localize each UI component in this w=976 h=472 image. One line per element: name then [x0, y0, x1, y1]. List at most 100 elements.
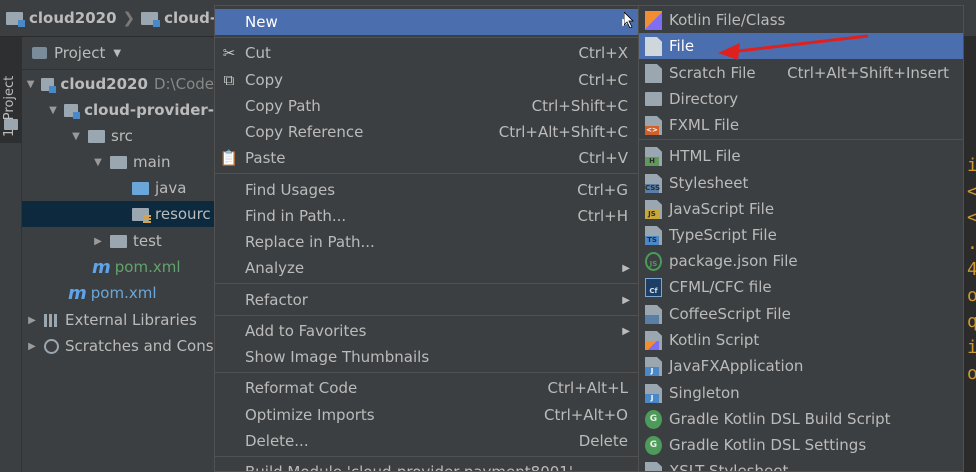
expand-arrow-icon[interactable]: ▼	[70, 131, 82, 142]
tree-label: Scratches and Cons	[65, 337, 214, 355]
menu-item-reformat-code[interactable]: Reformat Code Ctrl+Alt+L	[215, 375, 638, 401]
gradle-icon: G	[645, 436, 662, 455]
file-type-badge: J	[645, 394, 659, 403]
tree-label: cloud2020	[60, 75, 148, 93]
kotlin-badge-icon	[645, 341, 659, 350]
tree-row-project-root[interactable]: ▼ cloud2020 D:\Code	[22, 71, 214, 97]
submenu-item-fxml-file[interactable]: <> FXML File	[639, 112, 963, 138]
mouse-cursor-icon	[624, 12, 634, 28]
menu-item-show-image-thumbnails[interactable]: Show Image Thumbnails	[215, 344, 638, 370]
collapse-arrow-icon[interactable]: ▶	[92, 236, 104, 247]
submenu-item-label: HTML File	[669, 147, 741, 165]
submenu-item-cfml-file[interactable]: Cf CFML/CFC file	[639, 274, 963, 300]
directory-icon	[645, 92, 662, 106]
menu-item-analyze[interactable]: Analyze ▶	[215, 255, 638, 281]
submenu-item-singleton[interactable]: J Singleton	[639, 380, 963, 406]
chevron-down-icon[interactable]: ▼	[113, 48, 121, 59]
tree-label: cloud-provider-	[84, 101, 214, 119]
menu-item-find-in-path[interactable]: Find in Path... Ctrl+H	[215, 203, 638, 229]
editor-area[interactable]: i < < . 4 o q i o	[966, 37, 976, 472]
tree-row-external-libraries[interactable]: ▶ External Libraries	[22, 307, 214, 333]
submenu-item-gradle-settings[interactable]: G Gradle Kotlin DSL Settings	[639, 432, 963, 458]
menu-item-add-to-favorites[interactable]: Add to Favorites ▶	[215, 318, 638, 344]
menu-item-shortcut: Ctrl+Alt+L	[547, 379, 629, 397]
file-icon	[645, 37, 662, 56]
submenu-item-label: Singleton	[669, 384, 740, 402]
menu-item-cut[interactable]: ✂ Cut Ctrl+X	[215, 40, 638, 66]
editor-char: i	[967, 155, 976, 176]
submenu-item-typescript-file[interactable]: TS TypeScript File	[639, 222, 963, 248]
tree-row-module[interactable]: ▼ cloud-provider-	[22, 97, 214, 123]
folder-icon	[4, 119, 18, 130]
tree-row-module-pom[interactable]: m pom.xml	[22, 254, 214, 280]
tree-row-scratches[interactable]: ▶ Scratches and Cons	[22, 333, 214, 359]
submenu-item-package-json[interactable]: JS package.json File	[639, 248, 963, 274]
expand-arrow-icon[interactable]: ▼	[48, 105, 58, 116]
submenu-item-label: Kotlin File/Class	[669, 11, 786, 29]
submenu-item-coffeescript-file[interactable]: CoffeeScript File	[639, 301, 963, 327]
menu-item-copy[interactable]: ⧉ Copy Ctrl+C	[215, 67, 638, 93]
collapse-arrow-icon[interactable]: ▶	[26, 315, 38, 326]
menu-item-paste[interactable]: 📋 Paste Ctrl+V	[215, 145, 638, 171]
menu-item-label: Analyze	[245, 259, 305, 277]
menu-item-refactor[interactable]: Refactor ▶	[215, 287, 638, 313]
css-file-icon: CSS	[645, 174, 662, 193]
project-panel-title: Project	[54, 44, 106, 62]
submenu-item-javascript-file[interactable]: JS JavaScript File	[639, 196, 963, 222]
submenu-item-kotlin-script[interactable]: Kotlin Script	[639, 327, 963, 353]
submenu-arrow-icon: ▶	[622, 262, 630, 274]
submenu-item-html-file[interactable]: H HTML File	[639, 143, 963, 169]
scratch-file-icon	[645, 64, 662, 83]
javafx-icon: J	[645, 357, 662, 376]
project-panel-header[interactable]: Project ▼	[22, 37, 214, 70]
menu-item-find-usages[interactable]: Find Usages Ctrl+G	[215, 177, 638, 203]
project-tool-tab[interactable]: 1: Project	[0, 37, 22, 143]
fxml-file-icon: <>	[645, 116, 662, 135]
editor-char: <	[967, 207, 976, 228]
chevron-right-icon: ❯	[122, 9, 136, 27]
tree-row-resources[interactable]: resourc	[22, 201, 214, 227]
tree-row-java[interactable]: java	[22, 175, 214, 201]
folder-icon	[110, 155, 127, 169]
menu-item-copy-reference[interactable]: Copy Reference Ctrl+Alt+Shift+C	[215, 119, 638, 145]
submenu-item-javafx-application[interactable]: J JavaFXApplication	[639, 353, 963, 379]
file-type-badge: <>	[645, 126, 659, 135]
menu-item-new[interactable]: New ▶	[215, 9, 638, 35]
submenu-item-xslt-stylesheet[interactable]: XSLT Stylesheet	[639, 458, 963, 472]
menu-item-label: Show Image Thumbnails	[245, 348, 430, 366]
tree-row-root-pom[interactable]: m pom.xml	[22, 280, 214, 306]
menu-separator	[215, 283, 638, 284]
menu-item-shortcut: Ctrl+Shift+C	[531, 97, 628, 115]
tree-label: pom.xml	[90, 284, 157, 302]
menu-item-label: Find in Path...	[245, 207, 347, 225]
menu-item-delete[interactable]: Delete... Delete	[215, 428, 638, 454]
html-file-icon: H	[645, 147, 662, 166]
submenu-item-label: Directory	[669, 90, 739, 108]
expand-arrow-icon[interactable]: ▼	[92, 157, 104, 168]
editor-char: .	[966, 231, 976, 257]
submenu-item-gradle-build-script[interactable]: G Gradle Kotlin DSL Build Script	[639, 406, 963, 432]
expand-arrow-icon[interactable]: ▼	[26, 79, 35, 90]
paste-icon: 📋	[219, 149, 239, 167]
submenu-item-label: File	[669, 37, 695, 55]
menu-item-label: New	[245, 13, 278, 31]
submenu-item-stylesheet[interactable]: CSS Stylesheet	[639, 170, 963, 196]
module-folder-icon	[41, 77, 57, 93]
breadcrumb-item-project[interactable]: cloud2020 ❯	[6, 9, 141, 27]
submenu-item-label: XSLT Stylesheet	[669, 462, 789, 472]
menu-item-replace-in-path[interactable]: Replace in Path...	[215, 229, 638, 255]
collapse-arrow-icon[interactable]: ▶	[26, 341, 38, 352]
annotation-arrow	[718, 34, 869, 60]
menu-item-optimize-imports[interactable]: Optimize Imports Ctrl+Alt+O	[215, 402, 638, 428]
annotation-arrow-shaft	[729, 34, 869, 54]
menu-item-build-module[interactable]: Build Module 'cloud-provider-payment8001…	[215, 459, 638, 471]
menu-item-shortcut: Ctrl+H	[577, 207, 628, 225]
annotation-arrow-head	[718, 43, 740, 60]
tree-row-src[interactable]: ▼ src	[22, 123, 214, 149]
ts-file-icon: TS	[645, 226, 662, 245]
submenu-item-directory[interactable]: Directory	[639, 86, 963, 112]
tree-row-test[interactable]: ▶ test	[22, 228, 214, 254]
tree-row-main[interactable]: ▼ main	[22, 149, 214, 175]
menu-item-copy-path[interactable]: Copy Path Ctrl+Shift+C	[215, 93, 638, 119]
menu-item-shortcut: Ctrl+Alt+Shift+C	[498, 123, 628, 141]
